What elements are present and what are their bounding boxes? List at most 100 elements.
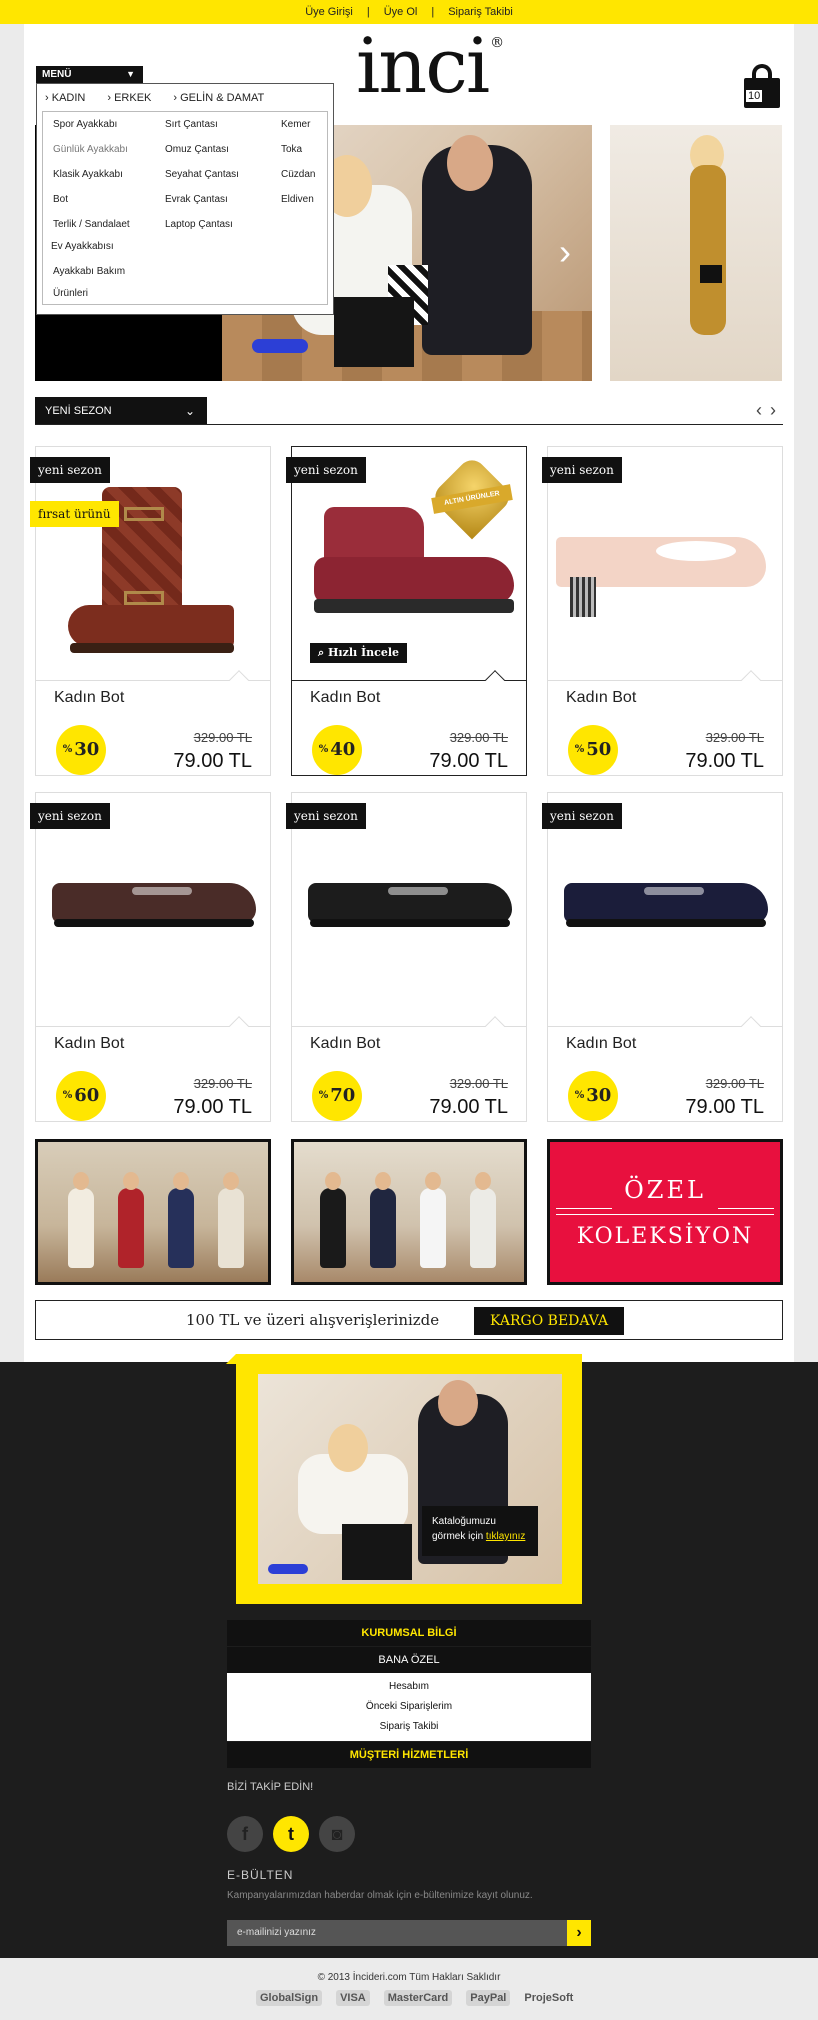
menu-item[interactable]: Seyahat Çantası [165, 168, 239, 193]
product-card[interactable]: yeni sezon fırsat ürünü Kadın Bot % 30 32… [30, 446, 271, 776]
bottom-bar [0, 1958, 818, 2020]
menu-kadin[interactable]: KADIN [45, 92, 86, 104]
order-tracking-link[interactable]: Sipariş Takibi [448, 6, 513, 18]
menu-item[interactable]: Terlik / Sandalaet [53, 218, 130, 240]
product-card[interactable]: yeni sezon Kadın Bot % 30 329.00 TL 79.00… [542, 792, 783, 1122]
menu-item[interactable]: Toka [281, 143, 315, 168]
product-name[interactable]: Kadın Bot [54, 689, 124, 707]
price: 79.00 TL [685, 750, 764, 772]
facebook-icon[interactable]: f [227, 1816, 263, 1852]
new-season-badge: yeni sezon [286, 803, 366, 829]
free-shipping-tag: KARGO BEDAVA [474, 1307, 625, 1335]
free-shipping-banner: 100 TL ve üzeri alışverişlerinizde KARGO… [35, 1300, 783, 1340]
brand-logo[interactable]: inci ® [356, 28, 504, 104]
menu-dropdown: KADIN ERKEK GELİN & DAMAT Spor Ayakkabı … [36, 83, 334, 315]
menu-item[interactable]: Evrak Çantası [165, 193, 239, 218]
men-collection-banner[interactable] [291, 1139, 527, 1285]
menu-item[interactable]: Kemer [281, 118, 315, 143]
menu-submenu: Spor Ayakkabı Günlük Ayakkabı Klasik Aya… [42, 111, 328, 305]
product-card[interactable]: yeni sezon Kadın Bot % 70 329.00 TL 79.00… [286, 792, 527, 1122]
product-card[interactable]: yeni sezon Kadın Bot % 50 329.00 TL 79.00… [542, 446, 783, 776]
catalog-link[interactable]: tıklayınız [486, 1531, 525, 1542]
menu-erkek[interactable]: ERKEK [107, 92, 151, 104]
divider [35, 424, 783, 425]
price: 79.00 TL [173, 1096, 252, 1118]
discount-badge: % 70 [312, 1071, 362, 1121]
copyright-text: © 2013 İncideri.com Tüm Hakları Saklıdır [317, 1972, 501, 1983]
visa-logo: VISA [336, 1990, 370, 2006]
product-card[interactable]: ALTIN ÜRÜNLER ⌕ Hızlı İncele yeni sezon … [286, 446, 527, 776]
catalog-promo[interactable]: Kataloğumuzu görmek için tıklayınız [226, 1354, 582, 1604]
email-input[interactable]: e-mailinizi yazınız [227, 1920, 567, 1946]
menu-item[interactable]: Günlük Ayakkabı [53, 143, 130, 168]
discount-badge: % 30 [568, 1071, 618, 1121]
price: 79.00 TL [429, 1096, 508, 1118]
menu-item[interactable]: Bot [53, 193, 130, 218]
paypal-logo: PayPal [466, 1990, 511, 2006]
menu-gelin-damat[interactable]: GELİN & DAMAT [173, 92, 264, 104]
instagram-icon[interactable]: ◙ [319, 1816, 355, 1852]
special-subtitle: KOLEKSİYON [576, 1224, 754, 1249]
price: 79.00 TL [429, 750, 508, 772]
product-name[interactable]: Kadın Bot [566, 689, 636, 707]
newsletter-title: E-BÜLTEN [227, 1868, 294, 1882]
menu-item[interactable]: Sırt Çantası [165, 118, 239, 143]
new-season-badge: yeni sezon [542, 457, 622, 483]
product-name[interactable]: Kadın Bot [310, 1035, 380, 1053]
separator: | [431, 6, 435, 18]
login-link[interactable]: Üye Girişi [305, 6, 353, 18]
submit-arrow-icon[interactable]: › [567, 1920, 591, 1946]
quick-view-button[interactable]: ⌕ Hızlı İncele [310, 643, 408, 663]
price: 79.00 TL [173, 750, 252, 772]
globalsign-logo: GlobalSign [256, 1990, 323, 2006]
product-name[interactable]: Kadın Bot [566, 1035, 636, 1053]
women-collection-banner[interactable] [35, 1139, 271, 1285]
menu-item[interactable]: Eldiven [281, 193, 315, 218]
hero-next-arrow-icon[interactable]: › [550, 232, 580, 272]
shipping-text: 100 TL ve üzeri alışverişlerinizde [186, 1311, 440, 1329]
discount-badge: % 50 [568, 725, 618, 775]
mastercard-logo: MasterCard [383, 1990, 453, 2006]
menu-item[interactable]: Ayakkabı Bakım [53, 265, 130, 287]
product-name[interactable]: Kadın Bot [54, 1035, 124, 1053]
product-card[interactable]: yeni sezon Kadın Bot % 60 329.00 TL 79.00… [30, 792, 271, 1122]
discount-badge: % 40 [312, 725, 362, 775]
footer-link-tracking[interactable]: Sipariş Takibi [227, 1717, 591, 1737]
gold-products-seal: ALTIN ÜRÜNLER [429, 454, 515, 541]
menu-item[interactable]: Klasik Ayakkabı [53, 168, 130, 193]
footer-customer-service[interactable]: MÜŞTERİ HİZMETLERİ [227, 1742, 591, 1768]
opportunity-badge: fırsat ürünü [30, 501, 119, 527]
product-name[interactable]: Kadın Bot [310, 689, 380, 707]
menu-item[interactable]: Omuz Çantası [165, 143, 239, 168]
menu-item[interactable]: Spor Ayakkabı [53, 118, 130, 143]
register-link[interactable]: Üye Ol [384, 6, 418, 18]
next-arrow-icon[interactable]: › [770, 400, 776, 421]
menu-item[interactable]: Ev Ayakkabısı [51, 240, 130, 265]
prev-arrow-icon[interactable]: ‹ [756, 400, 762, 421]
menu-item[interactable]: Laptop Çantası [165, 218, 239, 243]
newsletter-description: Kampanyalarımızdan haberdar olmak için e… [227, 1890, 533, 1901]
discount-badge: % 60 [56, 1071, 106, 1121]
special-collection-banner[interactable]: ÖZEL KOLEKSİYON [547, 1139, 783, 1285]
discount-badge: % 30 [56, 725, 106, 775]
menu-item[interactable]: Cüzdan [281, 168, 315, 193]
follow-us-label: BİZİ TAKİP EDİN! [227, 1781, 314, 1793]
menu-button[interactable]: MENÜ ▼ [36, 66, 143, 83]
twitter-icon[interactable]: t [273, 1816, 309, 1852]
shopping-bag-icon[interactable]: 10 [742, 64, 782, 108]
section-selector[interactable]: YENİ SEZON ⌄ [35, 397, 207, 425]
hero-side-image[interactable] [610, 125, 782, 381]
footer-link-orders[interactable]: Önceki Siparişlerim [227, 1697, 591, 1717]
footer-corporate-info[interactable]: KURUMSAL BİLGİ [227, 1620, 591, 1646]
projesoft-logo: ProjeSoft [524, 1992, 574, 2004]
menu-item[interactable]: Ürünleri [53, 287, 130, 312]
old-price: 329.00 TL [193, 730, 252, 745]
footer-link-account[interactable]: Hesabım [227, 1677, 591, 1697]
footer-bana-ozel[interactable]: BANA ÖZEL [227, 1647, 591, 1673]
catalog-caption: Kataloğumuzu görmek için tıklayınız [422, 1506, 538, 1556]
separator: | [366, 6, 370, 18]
old-price: 329.00 TL [705, 730, 764, 745]
payment-logos: GlobalSign VISA MasterCard PayPal ProjeS… [256, 1990, 573, 2006]
price: 79.00 TL [685, 1096, 764, 1118]
special-title: ÖZEL [624, 1176, 706, 1204]
